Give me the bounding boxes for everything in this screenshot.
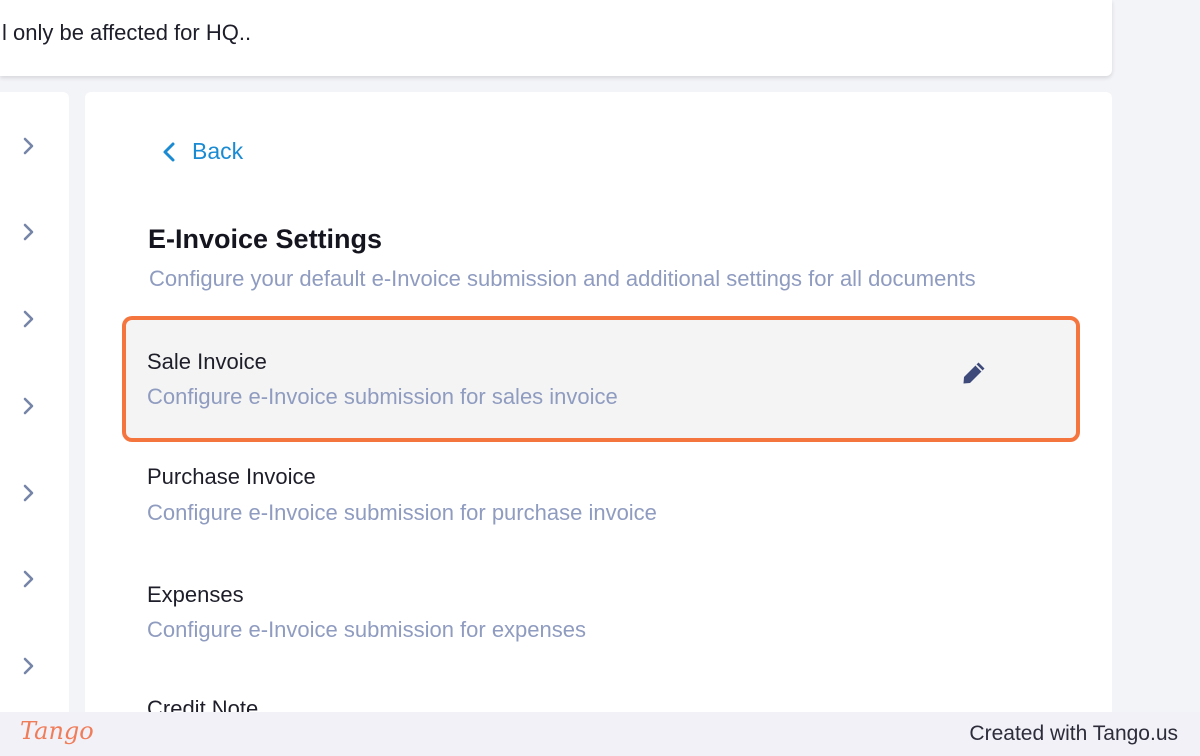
created-with-label: Created with Tango.us — [969, 722, 1178, 745]
notice-banner: l only be affected for HQ.. — [0, 0, 1112, 76]
chevron-right-icon[interactable] — [18, 483, 38, 503]
page-subtitle: Configure your default e-Invoice submiss… — [149, 266, 976, 291]
chevron-right-icon[interactable] — [18, 396, 38, 416]
page-title: E-Invoice Settings — [148, 224, 383, 254]
chevron-right-icon[interactable] — [18, 569, 38, 589]
tango-logo: Tango — [20, 717, 94, 745]
back-button[interactable]: Back — [159, 138, 243, 165]
pencil-icon[interactable] — [959, 358, 989, 388]
chevron-right-icon[interactable] — [18, 136, 38, 156]
item-name: Expenses — [147, 582, 244, 607]
settings-item-purchase-invoice[interactable]: Purchase Invoice Configure e-Invoice sub… — [85, 452, 1112, 532]
chevron-left-icon — [159, 140, 179, 164]
item-name: Purchase Invoice — [147, 464, 316, 489]
chevron-right-icon[interactable] — [18, 656, 38, 676]
settings-panel: Back E-Invoice Settings Configure your d… — [85, 92, 1112, 712]
tango-footer: Tango Created with Tango.us — [0, 712, 1200, 756]
item-name: Credit Note — [147, 696, 259, 712]
back-label: Back — [192, 138, 244, 164]
left-rail — [0, 92, 69, 712]
chevron-right-icon[interactable] — [18, 222, 38, 242]
notice-text: l only be affected for HQ.. — [2, 20, 252, 45]
highlight-box — [122, 316, 1080, 442]
chevron-right-icon[interactable] — [18, 309, 38, 329]
item-description: Configure e-Invoice submission for expen… — [147, 617, 587, 642]
item-description: Configure e-Invoice submission for sales… — [147, 384, 618, 409]
settings-item-sale-invoice[interactable]: Sale Invoice Configure e-Invoice submiss… — [85, 316, 1112, 442]
settings-item-credit-note[interactable]: Credit Note — [85, 686, 1112, 712]
settings-item-expenses[interactable]: Expenses Configure e-Invoice submission … — [85, 570, 1112, 650]
item-description: Configure e-Invoice submission for purch… — [147, 500, 657, 525]
item-name: Sale Invoice — [147, 349, 267, 374]
